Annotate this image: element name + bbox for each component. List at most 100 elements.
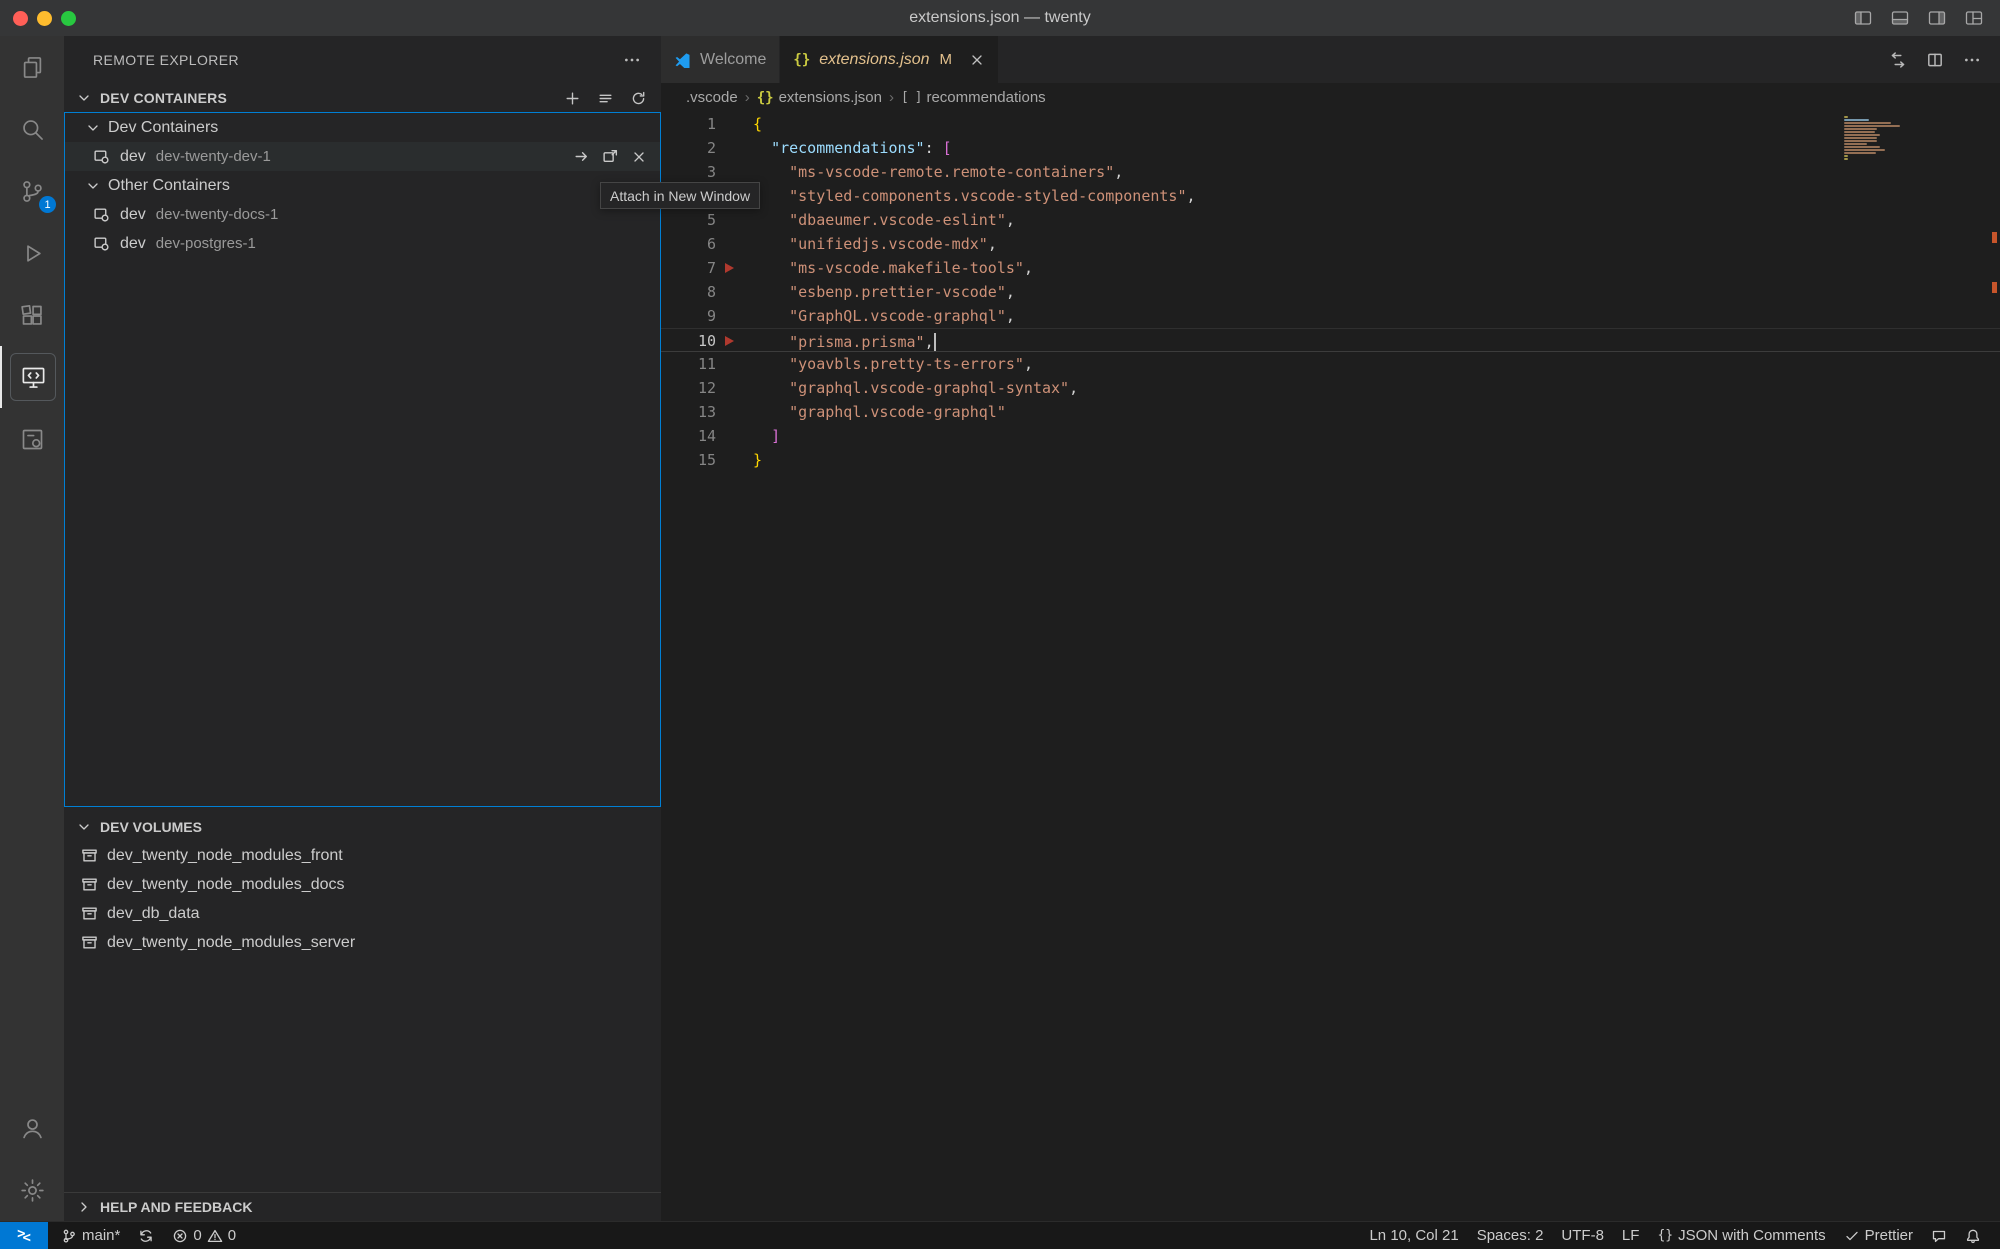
tree-item-dev-twenty-dev-1[interactable]: dev dev-twenty-dev-1 [65, 142, 660, 171]
code-line[interactable]: 7 "ms-vscode.makefile-tools", [661, 256, 2000, 280]
code-line[interactable]: 8 "esbenp.prettier-vscode", [661, 280, 2000, 304]
json-icon: {} [757, 90, 774, 106]
formatter-status[interactable]: Prettier [1835, 1227, 1922, 1244]
code-line[interactable]: 15} [661, 448, 2000, 472]
refresh-icon[interactable] [630, 90, 647, 107]
activity-search[interactable] [0, 98, 64, 160]
sidebar-remote-explorer: REMOTE EXPLORER DEV CONTAINERS Dev Conta… [64, 36, 661, 1221]
breadcrumb-vscode[interactable]: .vscode [686, 89, 738, 106]
line-number: 13 [661, 400, 716, 424]
activity-containers[interactable] [0, 408, 64, 470]
indentation-status[interactable]: Spaces: 2 [1468, 1227, 1553, 1244]
close-tab-icon[interactable] [969, 52, 985, 68]
tree-group-other-containers[interactable]: Other Containers [65, 171, 660, 200]
tab-welcome[interactable]: Welcome [661, 36, 780, 83]
attach-icon[interactable] [573, 148, 590, 165]
extensions-icon [19, 302, 46, 329]
code-text: "ms-vscode.makefile-tools", [753, 256, 1033, 280]
git-branch-status[interactable]: main* [52, 1227, 129, 1244]
attach-new-window-icon[interactable] [602, 148, 619, 165]
options-icon[interactable] [597, 90, 614, 107]
activity-settings[interactable] [0, 1159, 64, 1221]
code-line[interactable]: 10 "prisma.prisma", [661, 328, 2000, 352]
code-line[interactable]: 2 "recommendations": [ [661, 136, 2000, 160]
vscode-logo-icon [674, 51, 691, 68]
activity-run-debug[interactable] [0, 222, 64, 284]
volume-item[interactable]: dev_twenty_node_modules_server [64, 928, 661, 957]
toggle-primary-sidebar-icon[interactable] [1853, 8, 1873, 28]
section-label: HELP AND FEEDBACK [100, 1199, 252, 1215]
sync-status[interactable] [129, 1228, 163, 1244]
code-line[interactable]: 3 "ms-vscode-remote.remote-containers", [661, 160, 2000, 184]
volume-item[interactable]: dev_twenty_node_modules_front [64, 841, 661, 870]
tree-item-dev-twenty-docs-1[interactable]: dev dev-twenty-docs-1 [65, 200, 660, 229]
remote-indicator[interactable]: >< [0, 1222, 48, 1249]
dev-volumes-header[interactable]: DEV VOLUMES [64, 813, 661, 841]
zoom-window-button[interactable] [61, 11, 76, 26]
explorer-icon [19, 54, 46, 81]
code-line[interactable]: 14 ] [661, 424, 2000, 448]
breadcrumb-file[interactable]: {} extensions.json [757, 89, 882, 106]
section-dev-containers-header[interactable]: DEV CONTAINERS [64, 84, 661, 112]
code-line[interactable]: 12 "graphql.vscode-graphql-syntax", [661, 376, 2000, 400]
container-icon [93, 235, 110, 252]
minimize-window-button[interactable] [37, 11, 52, 26]
code-text: "unifiedjs.vscode-mdx", [753, 232, 997, 256]
container-description: dev-twenty-docs-1 [156, 206, 279, 223]
activity-explorer[interactable] [0, 36, 64, 98]
more-actions-icon[interactable] [623, 51, 641, 69]
text-cursor [934, 333, 936, 351]
container-name: dev [120, 206, 146, 224]
code-line[interactable]: 1{ [661, 112, 2000, 136]
notifications-status[interactable] [1956, 1228, 1990, 1244]
code-text: } [753, 448, 762, 472]
breadcrumb-symbol[interactable]: [ ] recommendations [901, 89, 1046, 106]
section-dev-volumes: DEV VOLUMES dev_twenty_node_modules_fron… [64, 813, 661, 957]
toggle-panel-icon[interactable] [1890, 8, 1910, 28]
chevron-down-icon [85, 178, 101, 194]
volume-item[interactable]: dev_db_data [64, 899, 661, 928]
encoding-status[interactable]: UTF-8 [1552, 1227, 1613, 1244]
line-number: 1 [661, 112, 716, 136]
volume-label: dev_twenty_node_modules_server [107, 934, 355, 952]
add-icon[interactable] [564, 90, 581, 107]
more-actions-icon[interactable] [1963, 51, 1981, 69]
code-line[interactable]: 11 "yoavbls.pretty-ts-errors", [661, 352, 2000, 376]
close-icon[interactable] [631, 149, 647, 165]
tab-bar: Welcome {} extensions.json M [661, 36, 2000, 83]
code-line[interactable]: 5 "dbaeumer.vscode-eslint", [661, 208, 2000, 232]
cursor-position-status[interactable]: Ln 10, Col 21 [1360, 1227, 1467, 1244]
code-line[interactable]: 9 "GraphQL.vscode-graphql", [661, 304, 2000, 328]
section-help-and-feedback[interactable]: HELP AND FEEDBACK [64, 1192, 661, 1220]
titlebar: extensions.json — twenty [0, 0, 2000, 36]
volume-label: dev_twenty_node_modules_front [107, 847, 343, 865]
code-text: "GraphQL.vscode-graphql", [753, 304, 1015, 328]
code-editor[interactable]: 1{2 "recommendations": [3 "ms-vscode-rem… [661, 112, 2000, 1221]
activity-source-control[interactable]: 1 [0, 160, 64, 222]
eol-status[interactable]: LF [1613, 1227, 1649, 1244]
close-window-button[interactable] [13, 11, 28, 26]
split-editor-icon[interactable] [1926, 51, 1944, 69]
language-mode-status[interactable]: {} JSON with Comments [1648, 1227, 1834, 1244]
tree-group-dev-containers[interactable]: Dev Containers [65, 113, 660, 142]
code-line[interactable]: 13 "graphql.vscode-graphql" [661, 400, 2000, 424]
tree-item-dev-postgres-1[interactable]: dev dev-postgres-1 [65, 229, 660, 258]
code-text: { [753, 112, 762, 136]
problems-status[interactable]: 0 0 [163, 1227, 245, 1244]
feedback-status[interactable] [1922, 1228, 1956, 1244]
toggle-secondary-sidebar-icon[interactable] [1927, 8, 1947, 28]
open-changes-icon[interactable] [1889, 51, 1907, 69]
activity-accounts[interactable] [0, 1097, 64, 1159]
tab-extensions-json[interactable]: {} extensions.json M [780, 36, 999, 83]
activity-remote-explorer[interactable] [0, 346, 64, 408]
customize-layout-icon[interactable] [1964, 8, 1984, 28]
gutter-marker-icon [725, 263, 734, 273]
container-icon [93, 148, 110, 165]
minimap[interactable] [1844, 116, 1928, 161]
code-line[interactable]: 6 "unifiedjs.vscode-mdx", [661, 232, 2000, 256]
code-text: "graphql.vscode-graphql-syntax", [753, 376, 1078, 400]
titlebar-layout-controls [1853, 0, 1984, 36]
activity-extensions[interactable] [0, 284, 64, 346]
code-line[interactable]: 4 "styled-components.vscode-styled-compo… [661, 184, 2000, 208]
volume-item[interactable]: dev_twenty_node_modules_docs [64, 870, 661, 899]
